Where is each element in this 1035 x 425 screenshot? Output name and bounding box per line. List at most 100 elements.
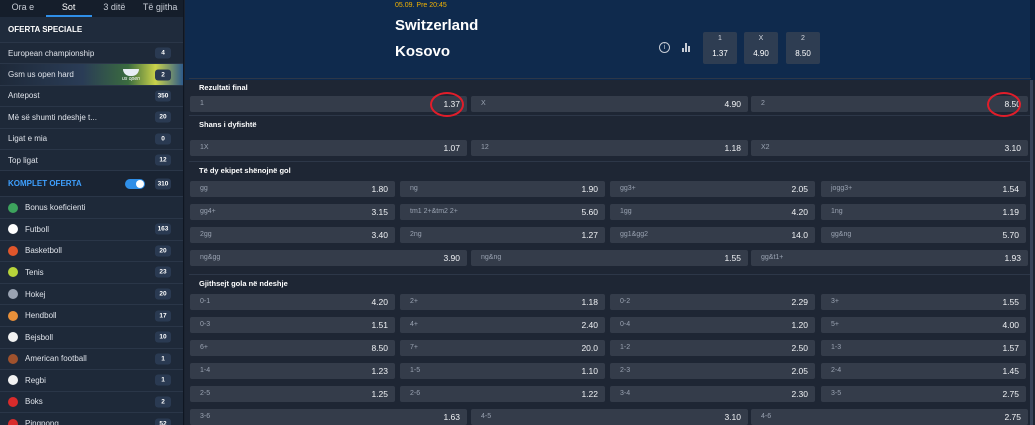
tab-sot[interactable]: Sot	[45, 0, 92, 17]
odds-cell[interactable]: gg 1.80	[190, 181, 395, 197]
odds-cell[interactable]: gg&ng 5.70	[821, 227, 1026, 243]
oferta-item[interactable]: Më së shumti ndeshje t... 20	[0, 107, 183, 129]
sport-item[interactable]: Pingpong 52	[0, 413, 183, 425]
odds-cell[interactable]: gg3+ 2.05	[610, 181, 815, 197]
odds-cell[interactable]: 3-5 2.75	[821, 386, 1026, 402]
odds-cell-value: 1.20	[791, 320, 808, 330]
odds-cell[interactable]: 1X 1.07	[190, 140, 467, 156]
odds-cell[interactable]: 1-2 2.50	[610, 340, 815, 356]
sport-item[interactable]: Basketboll 20	[0, 240, 183, 263]
odds-cell[interactable]: 2ng 1.27	[400, 227, 605, 243]
odds-cell[interactable]: 1-5 1.10	[400, 363, 605, 379]
stats-icon[interactable]	[682, 43, 691, 52]
odds-cell[interactable]: 3+ 1.55	[821, 294, 1026, 310]
odds-cell[interactable]: 0-1 4.20	[190, 294, 395, 310]
odds-cell[interactable]: 6+ 8.50	[190, 340, 395, 356]
sport-item[interactable]: Regbi 1	[0, 370, 183, 392]
odds-cell[interactable]: 2-4 1.45	[821, 363, 1026, 379]
tab-3-dite[interactable]: 3 ditë	[92, 0, 138, 17]
odds-cell[interactable]: 1ng 1.19	[821, 204, 1026, 220]
header-odd-1[interactable]: 1 1.37	[703, 32, 737, 64]
odds-cell[interactable]: 12 1.18	[471, 140, 748, 156]
sport-item[interactable]: Futboll 163	[0, 218, 183, 241]
komplet-oferta-toggle[interactable]	[125, 178, 145, 189]
odds-cell[interactable]: gg&t1+ 1.93	[751, 250, 1028, 266]
oferta-item[interactable]: Ligat e mia 0	[0, 128, 183, 150]
odds-cell-value: 3.10	[1004, 143, 1021, 153]
sport-item-count: 163	[155, 223, 171, 235]
odds-cell[interactable]: 4+ 2.40	[400, 317, 605, 333]
odds-cell[interactable]: 0-4 1.20	[610, 317, 815, 333]
odds-cell-label: gg	[200, 185, 208, 192]
odds-panel: Rezultati final 1 1.37 X 4.90 2 8.50 Shans i dy…	[185, 78, 1035, 425]
scrollbar[interactable]	[1030, 80, 1033, 425]
odds-cell-value: 1.63	[443, 412, 460, 422]
odds-cell-value: 1.45	[1002, 366, 1019, 376]
sport-item[interactable]: Hokej 20	[0, 283, 183, 306]
odds-cell[interactable]: 2-6 1.22	[400, 386, 605, 402]
odds-cell-value: 1.57	[1002, 343, 1019, 353]
sport-item[interactable]: American football 1	[0, 348, 183, 371]
odds-cell[interactable]: 2-3 2.05	[610, 363, 815, 379]
odds-cell[interactable]: ng&gg 3.90	[190, 250, 467, 266]
odds-cell-value: 2.29	[791, 297, 808, 307]
odds-cell[interactable]: 7+ 20.0	[400, 340, 605, 356]
oferta-item[interactable]: Top ligat 12	[0, 149, 183, 172]
odds-cell[interactable]: 1 1.37	[190, 96, 467, 112]
odds-cell[interactable]: 2gg 3.40	[190, 227, 395, 243]
odds-cell-value: 1.80	[371, 184, 388, 194]
komplet-oferta-count: 310	[155, 178, 171, 190]
odds-cell-value: 2.30	[791, 389, 808, 399]
odds-cell[interactable]: jogg3+ 1.54	[821, 181, 1026, 197]
sport-item[interactable]: Tenis 23	[0, 262, 183, 284]
sport-item[interactable]: Bonus koeficienti	[0, 197, 183, 219]
odds-cell[interactable]: tm1 2+&tm2 2+ 5.60	[400, 204, 605, 220]
odds-cell-value: 1.90	[581, 184, 598, 194]
odds-cell-value: 2.50	[791, 343, 808, 353]
odds-cell-label: 3-4	[620, 390, 631, 397]
odds-cell[interactable]: 3-4 2.30	[610, 386, 815, 402]
odds-cell[interactable]: ng&ng 1.55	[471, 250, 748, 266]
odds-cell[interactable]: 2-5 1.25	[190, 386, 395, 402]
odds-cell[interactable]: 1-4 1.23	[190, 363, 395, 379]
komplet-oferta-row[interactable]: KOMPLET OFERTA 310	[0, 171, 183, 198]
odds-cell-value: 1.25	[371, 389, 388, 399]
oferta-item[interactable]: Antepost 350	[0, 85, 183, 108]
sport-item-count: 1	[155, 353, 171, 365]
odds-cell[interactable]: 1-3 1.57	[821, 340, 1026, 356]
odds-cell[interactable]: 4-6 2.75	[751, 409, 1028, 425]
american-football-icon	[8, 353, 18, 364]
odds-cell[interactable]: X 4.90	[471, 96, 748, 112]
odds-cell[interactable]: 4-5 3.10	[471, 409, 748, 425]
tab-te-gjitha[interactable]: Të gjitha	[137, 0, 183, 17]
header-odd-x[interactable]: X 4.90	[744, 32, 778, 64]
sport-item[interactable]: Boks 2	[0, 391, 183, 414]
odds-cell[interactable]: 1gg 4.20	[610, 204, 815, 220]
odds-cell[interactable]: gg4+ 3.15	[190, 204, 395, 220]
oferta-item[interactable]: Gsm us open hard us open 2	[0, 64, 183, 86]
odds-cell[interactable]: 0-2 2.29	[610, 294, 815, 310]
odds-cell[interactable]: ng 1.90	[400, 181, 605, 197]
tab-ora-e[interactable]: Ora e	[0, 0, 46, 17]
sport-item-count: 20	[155, 288, 171, 300]
sport-item-count: 23	[155, 266, 171, 278]
odds-cell[interactable]: 5+ 4.00	[821, 317, 1026, 333]
odds-cell[interactable]: 3-6 1.63	[190, 409, 467, 425]
odds-cell-value: 2.05	[791, 366, 808, 376]
odds-cell[interactable]: gg1&gg2 14.0	[610, 227, 815, 243]
odds-cell-label: gg4+	[200, 208, 216, 215]
time-filter-tabs: Ora e Sot 3 ditë Të gjitha	[0, 0, 183, 17]
section-title: Të dy ekipet shënojnë gol	[199, 166, 291, 175]
odds-cell-value: 5.70	[1002, 230, 1019, 240]
oferta-item[interactable]: European championship 4	[0, 43, 183, 65]
odds-cell-value: 4.20	[791, 207, 808, 217]
odds-cell[interactable]: 0-3 1.51	[190, 317, 395, 333]
odds-cell[interactable]: 2+ 1.18	[400, 294, 605, 310]
sport-item[interactable]: Bejsboll 10	[0, 326, 183, 349]
header-odd-2[interactable]: 2 8.50	[786, 32, 820, 64]
odds-cell-label: 1-3	[831, 344, 842, 351]
info-icon[interactable]: i	[659, 42, 670, 53]
odds-cell[interactable]: X2 3.10	[751, 140, 1028, 156]
odds-cell-label: gg&ng	[831, 231, 852, 238]
sport-item[interactable]: Hendboll 17	[0, 305, 183, 327]
